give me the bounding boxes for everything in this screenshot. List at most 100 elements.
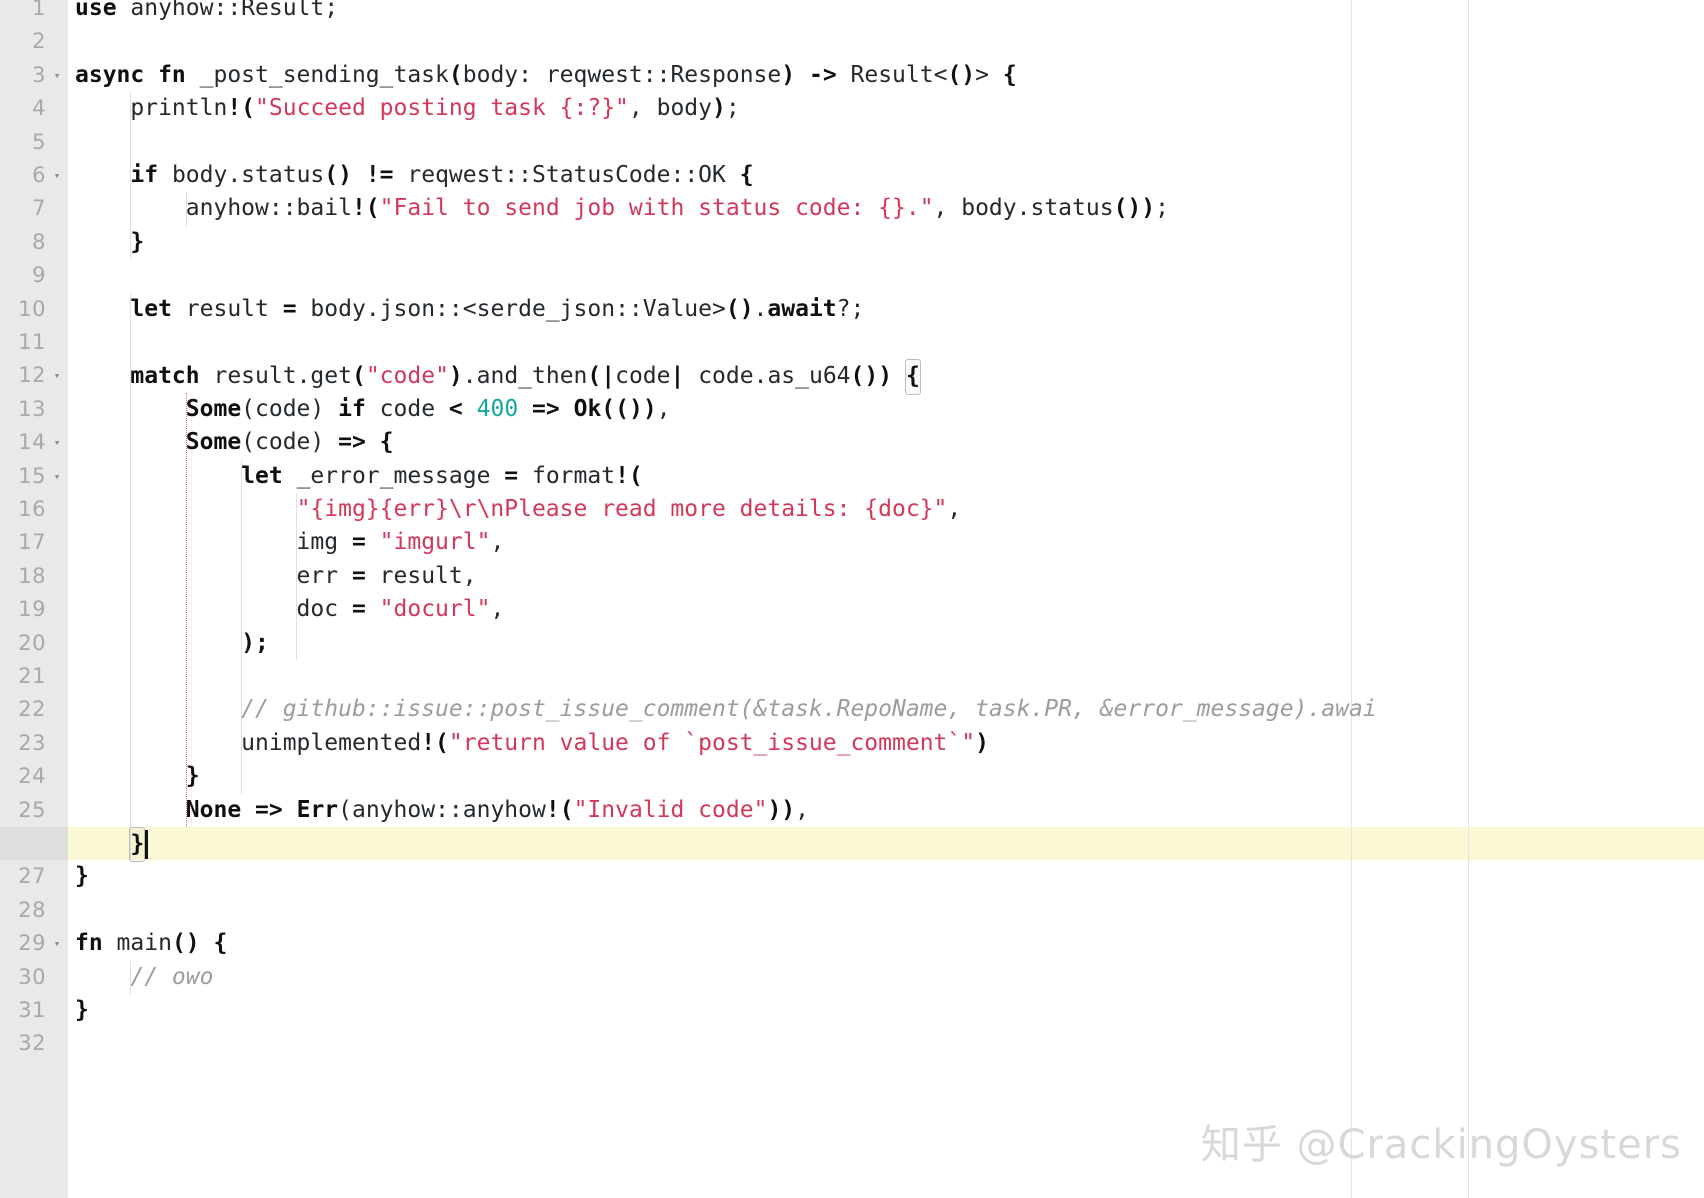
text-caret [145,830,149,859]
code-token-pl: body.status [158,162,325,188]
code-token-pl: Result< [836,61,948,88]
code-line[interactable]: use anyhow::Result; [75,0,338,25]
code-token-bld: Some [185,429,242,456]
gutter-line[interactable]: 18 [0,560,68,593]
code-line[interactable]: None => Err(anyhow::anyhow!("Invalid cod… [75,794,809,827]
line-number: 32 [18,1031,46,1056]
code-token-bld: !( [545,796,574,823]
gutter-line[interactable]: 3 ▾ [0,59,68,92]
code-token-pl: , [795,796,809,823]
code-line[interactable]: } [75,994,89,1027]
gutter-line[interactable]: 31 [0,994,68,1027]
code-line[interactable]: img = "imgurl", [75,526,505,559]
line-number-gutter[interactable]: 1 2 3 ▾ 4 5 6 ▾ 7 8 9 10 11 12 ▾ 13 14 ▾ 15 ▾ 16 17 18 19 20 21 22… [0,0,68,1198]
gutter-line[interactable]: 12 ▾ [0,359,68,392]
code-line[interactable]: } [75,827,146,863]
code-token-bld: != [365,162,394,188]
gutter-line[interactable]: 24 [0,760,68,793]
code-line[interactable]: println!("Succeed posting task {:?}", bo… [75,92,739,125]
gutter-line[interactable]: 17 [0,526,68,559]
code-line[interactable]: let _error_message = format!( [75,460,643,493]
gutter-line[interactable]: 10 [0,293,68,326]
code-line[interactable]: Some(code) => { [75,426,394,459]
gutter-line[interactable]: 20 [0,627,68,660]
gutter-line[interactable]: 27 [0,860,68,893]
code-line[interactable]: // github::issue::post_issue_comment(&ta… [75,693,1377,726]
code-token-pl: code.as_u64 [684,363,851,390]
gutter-line[interactable]: 14 ▾ [0,426,68,459]
gutter-line[interactable]: 23 [0,727,68,760]
gutter-line[interactable]: 30 [0,961,68,994]
code-line[interactable]: let result = body.json::<serde_json::Val… [75,293,864,326]
code-token-pl: (code) [241,395,339,422]
gutter-line[interactable]: 9 [0,259,68,292]
code-token-bld: () [171,930,200,957]
code-token-pl: _post_sending_task [185,61,449,88]
gutter-line[interactable]: 4 [0,92,68,125]
code-token-bld: !( [351,195,380,222]
fold-toggle-icon[interactable]: ▾ [51,460,63,493]
code-line[interactable]: } [75,860,89,893]
code-line[interactable]: anyhow::bail!("Fail to send job with sta… [75,192,1169,225]
gutter-line[interactable]: 13 [0,393,68,426]
code-line[interactable]: // owo [75,961,213,994]
gutter-line[interactable]: 16 [0,493,68,526]
code-line[interactable]: ); [75,627,269,660]
gutter-line[interactable]: 19 [0,593,68,626]
gutter-line[interactable]: 7 [0,192,68,225]
code-token-bld: ) [712,95,726,122]
code-token-pl: , [947,496,962,522]
code-token-bld: = [504,462,519,489]
fold-toggle-icon[interactable]: ▾ [51,159,63,192]
gutter-line[interactable]: 6 ▾ [0,159,68,192]
gutter-line[interactable]: 11 [0,326,68,359]
code-line[interactable]: "{img}{err}\r\nPlease read more details:… [75,493,962,526]
line-number: 22 [18,697,46,722]
code-line[interactable]: err = result, [75,560,477,593]
fold-toggle-icon[interactable]: ▾ [51,426,63,459]
gutter-line[interactable]: 32 [0,1027,68,1060]
code-line[interactable]: doc = "docurl", [75,593,505,626]
code-line[interactable]: unimplemented!("return value of `post_is… [75,727,989,760]
code-token-pl: result [171,295,283,322]
fold-toggle-icon[interactable]: ▾ [51,359,63,392]
code-token-cmt: // owo [130,963,214,990]
code-line[interactable]: match result.get("code").and_then(|code|… [75,359,921,395]
code-token-bld: () [324,162,352,188]
code-line[interactable]: } [75,226,144,259]
code-token-cmt: // github::issue::post_issue_comment(&ta… [241,696,1377,723]
gutter-line[interactable]: 21 [0,660,68,693]
gutter-line[interactable]: 2 [0,25,68,58]
gutter-line[interactable]: 8 [0,226,68,259]
fold-toggle-icon[interactable]: ▾ [51,927,63,960]
code-token-pl: _error_message [282,462,505,489]
gutter-line[interactable]: 25 [0,794,68,827]
code-token-bld: = [351,529,366,556]
code-token-pl: unimplemented [75,729,422,756]
code-line[interactable]: } [75,760,200,793]
fold-toggle-icon[interactable]: ▾ [51,59,63,92]
code-token-pl: result.get [199,363,352,390]
code-token-bld: !( [421,729,449,756]
gutter-line[interactable]: 5 [0,126,68,159]
gutter-line[interactable]: 28 [0,894,68,927]
code-line[interactable]: fn main() { [75,927,227,960]
gutter-line[interactable]: 22 [0,693,68,726]
gutter-line[interactable]: 1 [0,0,68,25]
code-line[interactable]: Some(code) if code < 400 => Ok(()), [75,393,671,426]
gutter-line[interactable]: 29 ▾ [0,927,68,960]
code-token-pl: doc [75,596,352,623]
code-token-bld: { [379,429,394,456]
gutter-line[interactable]: 15 ▾ [0,460,68,493]
vertical-ruler-2 [1468,0,1469,1198]
code-line[interactable]: async fn _post_sending_task(body: reqwes… [75,59,1017,92]
line-number: 30 [18,964,46,989]
code-line[interactable]: if body.status() != reqwest::StatusCode:… [75,159,753,192]
